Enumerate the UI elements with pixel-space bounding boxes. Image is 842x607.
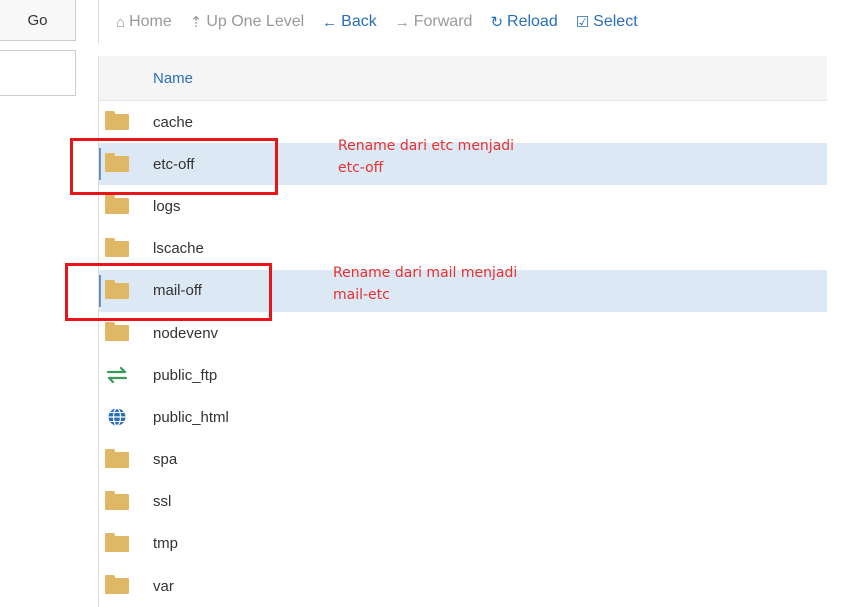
annotation-note-line: Rename dari mail menjadi [333, 265, 518, 281]
annotation-note-etc: Rename dari etc menjadi etc-off [338, 135, 514, 179]
file-list-header: Name [99, 56, 827, 101]
file-name: lscache [153, 240, 204, 258]
file-name: logs [153, 197, 181, 215]
name-column-header[interactable]: Name [153, 70, 193, 87]
file-name: cache [153, 113, 194, 131]
file-name: spa [153, 451, 178, 469]
globe-icon [105, 407, 129, 427]
arrow-right-icon: → [394, 13, 410, 31]
folder-icon [105, 532, 129, 554]
annotation-box-mail-off [65, 263, 272, 321]
up-one-level-button[interactable]: ⇡ Up One Level [190, 13, 304, 31]
file-name: tmp [153, 535, 179, 553]
folder-icon [105, 195, 129, 216]
up-one-level-label: Up One Level [206, 13, 305, 30]
reload-icon: ↻ [490, 14, 504, 31]
file-row-public-ftp[interactable]: public_ftp [99, 354, 827, 397]
folder-icon [105, 448, 129, 470]
forward-button[interactable]: → Forward [395, 13, 473, 31]
reload-label: Reload [507, 13, 558, 30]
annotation-box-etc-off [70, 138, 278, 195]
level-up-icon: ⇡ [189, 14, 203, 31]
folder-icon [105, 111, 129, 132]
file-name: public_html [153, 408, 229, 426]
annotation-note-line: Rename dari etc menjadi [338, 138, 515, 154]
file-row-public-html[interactable]: public_html [99, 396, 827, 439]
folder-icon [105, 237, 129, 259]
file-row-tmp[interactable]: tmp [99, 522, 827, 566]
back-label: Back [341, 13, 377, 30]
arrow-left-icon: ← [322, 13, 338, 31]
home-button[interactable]: ⌂ Home [116, 13, 172, 31]
folder-icon [105, 322, 129, 343]
file-name: public_ftp [153, 366, 218, 384]
home-label: Home [129, 13, 172, 30]
file-row-spa[interactable]: spa [99, 438, 827, 481]
annotation-note-line: mail-etc [333, 287, 390, 303]
transfer-icon [105, 365, 129, 385]
left-panel-box [0, 50, 76, 96]
back-button[interactable]: ← Back [322, 13, 377, 31]
annotation-note-mail: Rename dari mail menjadi mail-etc [333, 262, 517, 306]
annotation-note-line: etc-off [338, 160, 384, 176]
reload-button[interactable]: ↻ Reload [490, 13, 557, 31]
select-button[interactable]: ☑ Select [576, 13, 638, 31]
file-name: ssl [153, 493, 172, 511]
home-icon: ⌂ [116, 13, 126, 31]
file-name: var [153, 577, 174, 595]
folder-icon [105, 575, 129, 596]
checkbox-icon: ☑ [575, 14, 590, 31]
file-row-var[interactable]: var [99, 565, 827, 607]
folder-icon [105, 490, 129, 512]
file-row-ssl[interactable]: ssl [99, 480, 827, 523]
file-manager-toolbar: ⌂ Home ⇡ Up One Level ← Back → Forward ↻… [98, 0, 842, 44]
go-button[interactable]: Go [0, 0, 76, 41]
forward-label: Forward [413, 13, 473, 30]
file-name: nodevenv [153, 324, 219, 342]
select-label: Select [593, 13, 638, 30]
